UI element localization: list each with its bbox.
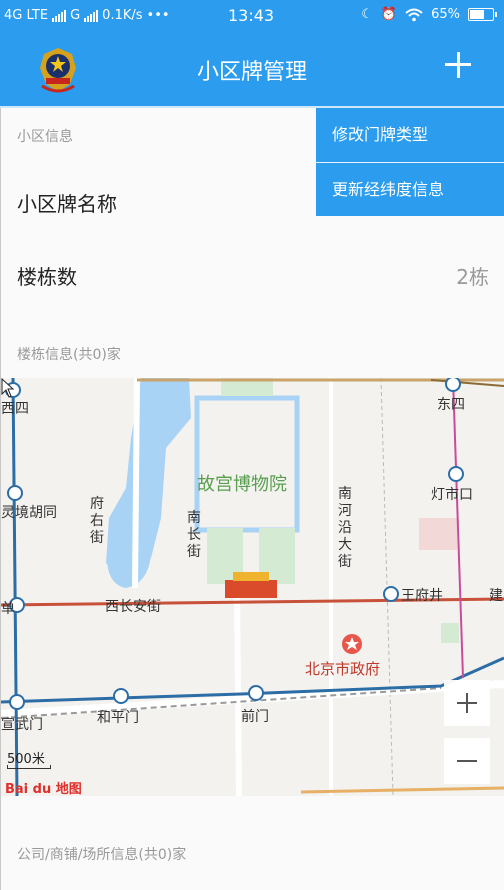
map-scale-bar (7, 765, 51, 769)
wifi-icon (405, 8, 423, 21)
battery-icon (468, 8, 497, 21)
map-view[interactable]: 故宫博物院 西四 东四 灵境胡同 单 灯市口 西长安街 王府井 建 北京市政府 … (1, 378, 504, 796)
map-label-palace: 故宫博物院 (197, 474, 287, 495)
map-label-qianmen: 前门 (241, 709, 269, 725)
building-count-value: 2栋 (456, 265, 489, 289)
status-left: 4G LTE G 0.1K/s ••• (4, 8, 170, 23)
building-count-row[interactable]: 楼栋数 2栋 (1, 261, 504, 290)
signal2-icon (84, 9, 99, 22)
building-section-label: 楼栋信息(共0)家 (17, 347, 121, 363)
map-label-xichangan: 西长安街 (105, 599, 161, 615)
add-button[interactable] (442, 48, 476, 82)
community-name-label: 小区牌名称 (17, 192, 117, 216)
map-label-xuanwumen: 宣武门 (1, 717, 43, 733)
building-count-label: 楼栋数 (17, 265, 77, 289)
moon-icon: ☾ (361, 7, 373, 22)
map-label-fuyoujie: 府右街 (90, 496, 104, 546)
community-section-label: 小区信息 (17, 129, 73, 145)
map-label-dengshikou: 灯市口 (431, 487, 473, 503)
alarm-icon: ⏰ (380, 7, 398, 22)
map-label-xisi: 西四 (1, 401, 29, 417)
status-right: ☾ ⏰ 65% (361, 7, 497, 22)
map-label-dan: 单 (1, 601, 15, 617)
speed-label: 0.1K/s (102, 8, 143, 23)
map-label-nanheyan: 南河沿大街 (338, 486, 352, 570)
map-label-wangfujing: 王府井 (401, 588, 443, 604)
menu-item-edit-door-type[interactable]: 修改门牌类型 (316, 108, 504, 162)
page-title: 小区牌管理 (196, 60, 307, 85)
baidu-map-logo: Bai du 地图 (5, 782, 82, 796)
status-bar: 4G LTE G 0.1K/s ••• 13:43 ☾ ⏰ 65% (0, 0, 504, 32)
map-label-lingjing: 灵境胡同 (1, 505, 57, 521)
zoom-in-button[interactable] (444, 680, 490, 726)
map-label-gov: 北京市政府 (305, 660, 381, 678)
map-label-dongsi: 东四 (437, 397, 465, 413)
signal-icon (52, 9, 67, 22)
map-label-nanchangjie: 南长街 (187, 510, 201, 560)
menu-item-update-coordinates[interactable]: 更新经纬度信息 (316, 162, 504, 216)
overflow-menu: 修改门牌类型 更新经纬度信息 (316, 108, 504, 216)
title-bar: 小区牌管理 (0, 32, 504, 108)
business-section-label: 公司/商铺/场所信息(共0)家 (17, 847, 187, 863)
network2-label: G (70, 8, 81, 23)
map-label-jian: 建 (489, 588, 503, 604)
more-notifications: ••• (146, 8, 170, 23)
mouse-cursor-icon (1, 378, 15, 398)
clock: 13:43 (228, 6, 275, 25)
map-label-hepingmen: 和平门 (97, 710, 139, 726)
zoom-out-button[interactable] (444, 738, 490, 784)
battery-percent: 65% (431, 7, 460, 22)
network-label: 4G LTE (4, 8, 49, 23)
